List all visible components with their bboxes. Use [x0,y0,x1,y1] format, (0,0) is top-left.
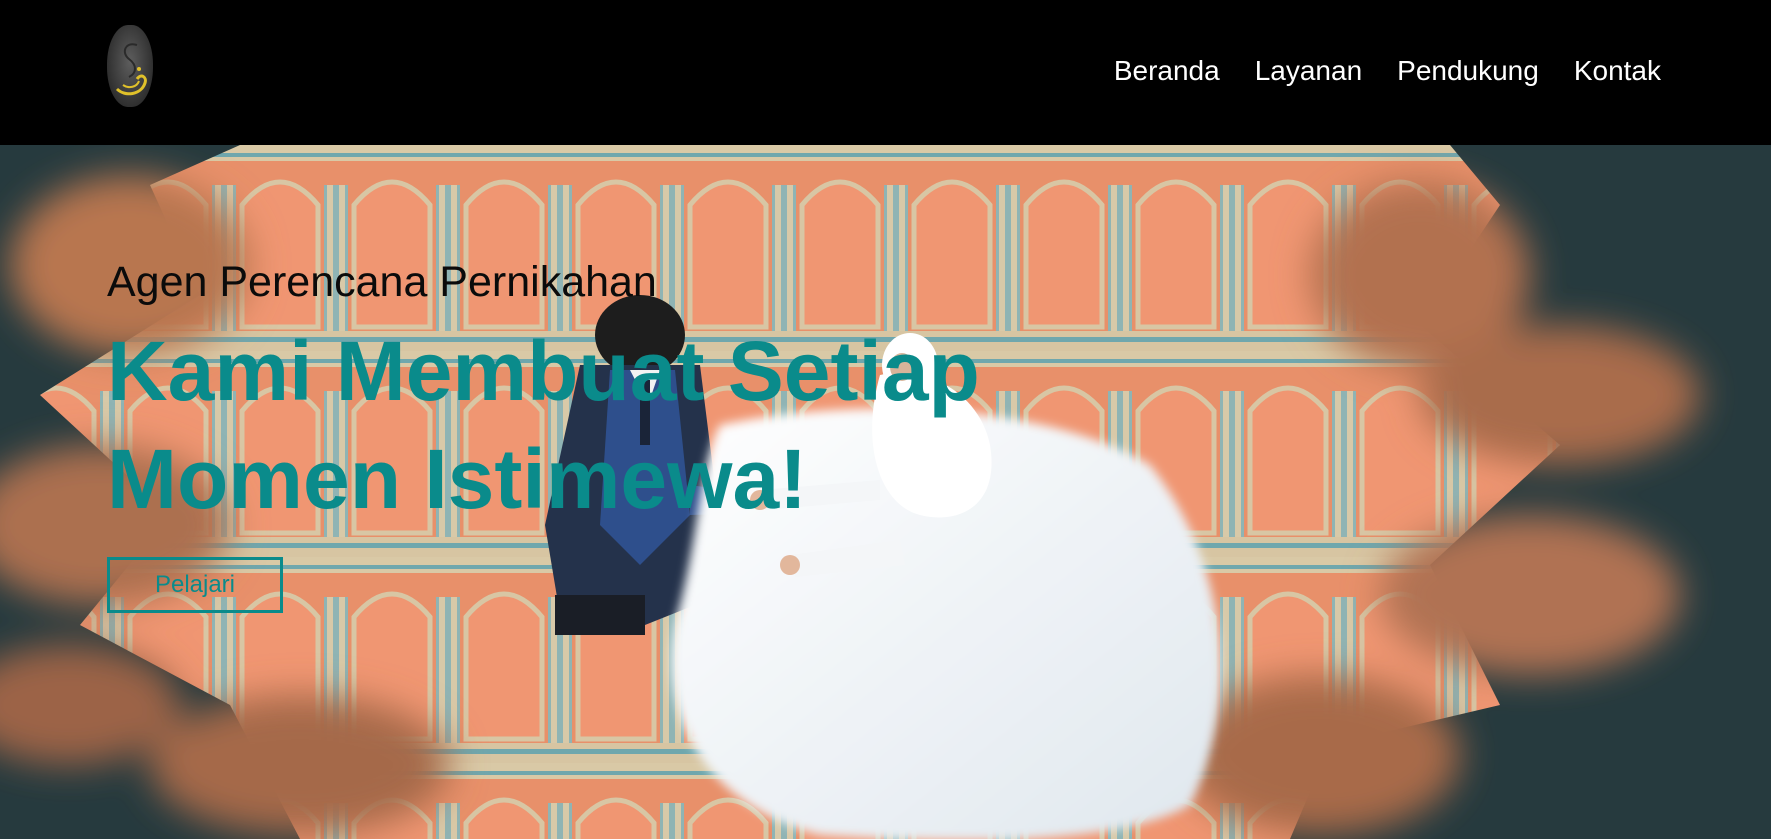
nav-item-layanan[interactable]: Layanan [1255,51,1362,91]
main-nav: Beranda Layanan Pendukung Kontak [1079,51,1661,91]
nav-item-beranda[interactable]: Beranda [1114,51,1220,91]
nav-item-kontak[interactable]: Kontak [1574,51,1661,91]
nav-item-pendukung[interactable]: Pendukung [1397,51,1539,91]
brand-logo[interactable] [107,25,153,107]
navbar: Beranda Layanan Pendukung Kontak [0,0,1771,145]
page: Beranda Layanan Pendukung Kontak Agen Pe… [0,0,1771,839]
hero-section: Agen Perencana Pernikahan Kami Membuat S… [0,145,1771,839]
swan-monogram-icon [115,43,147,96]
hero-content: Agen Perencana Pernikahan Kami Membuat S… [107,257,1067,613]
learn-more-button[interactable]: Pelajari [107,557,283,613]
hero-tagline: Agen Perencana Pernikahan [107,258,657,306]
hero-headline: Kami Membuat Setiap Momen Istimewa! [107,324,980,526]
